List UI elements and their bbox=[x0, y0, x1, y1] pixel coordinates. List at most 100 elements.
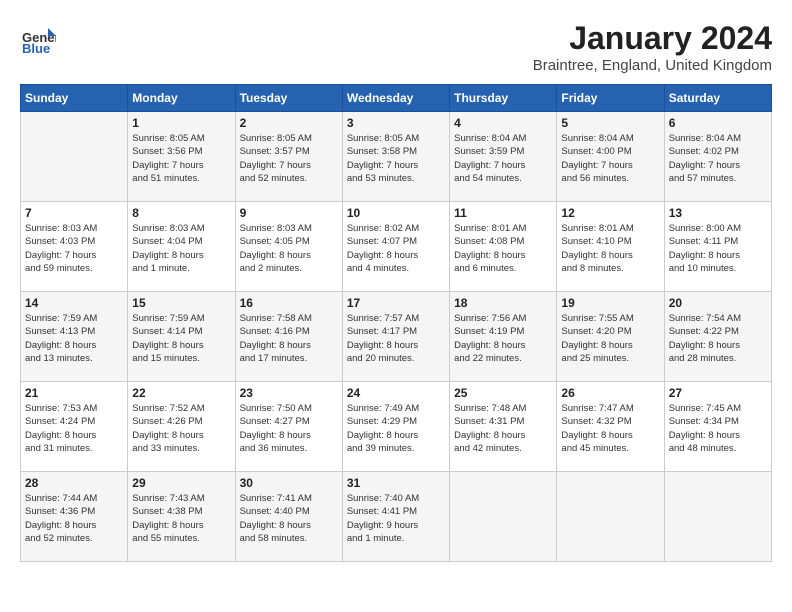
calendar-cell: 31 Sunrise: 7:40 AM Sunset: 4:41 PM Dayli… bbox=[342, 472, 449, 562]
calendar-cell: 24 Sunrise: 7:49 AM Sunset: 4:29 PM Dayli… bbox=[342, 382, 449, 472]
day-number: 12 bbox=[561, 206, 659, 220]
weekday-header-sunday: Sunday bbox=[21, 85, 128, 112]
weekday-header-monday: Monday bbox=[128, 85, 235, 112]
day-info: Sunrise: 7:48 AM Sunset: 4:31 PM Dayligh… bbox=[454, 402, 552, 455]
calendar-cell: 25 Sunrise: 7:48 AM Sunset: 4:31 PM Dayli… bbox=[450, 382, 557, 472]
day-number: 10 bbox=[347, 206, 445, 220]
day-info: Sunrise: 8:01 AM Sunset: 4:08 PM Dayligh… bbox=[454, 222, 552, 275]
day-number: 25 bbox=[454, 386, 552, 400]
day-number: 18 bbox=[454, 296, 552, 310]
day-info: Sunrise: 7:43 AM Sunset: 4:38 PM Dayligh… bbox=[132, 492, 230, 545]
calendar-cell: 9 Sunrise: 8:03 AM Sunset: 4:05 PM Daylig… bbox=[235, 202, 342, 292]
svg-text:Blue: Blue bbox=[22, 41, 50, 56]
calendar-cell: 1 Sunrise: 8:05 AM Sunset: 3:56 PM Daylig… bbox=[128, 112, 235, 202]
weekday-header-saturday: Saturday bbox=[664, 85, 771, 112]
day-number: 17 bbox=[347, 296, 445, 310]
calendar-cell: 6 Sunrise: 8:04 AM Sunset: 4:02 PM Daylig… bbox=[664, 112, 771, 202]
calendar-cell bbox=[664, 472, 771, 562]
calendar-cell bbox=[557, 472, 664, 562]
calendar-cell: 13 Sunrise: 8:00 AM Sunset: 4:11 PM Dayli… bbox=[664, 202, 771, 292]
day-info: Sunrise: 7:58 AM Sunset: 4:16 PM Dayligh… bbox=[240, 312, 338, 365]
day-info: Sunrise: 8:03 AM Sunset: 4:04 PM Dayligh… bbox=[132, 222, 230, 275]
calendar-cell: 20 Sunrise: 7:54 AM Sunset: 4:22 PM Dayli… bbox=[664, 292, 771, 382]
day-info: Sunrise: 7:41 AM Sunset: 4:40 PM Dayligh… bbox=[240, 492, 338, 545]
day-number: 20 bbox=[669, 296, 767, 310]
day-info: Sunrise: 7:47 AM Sunset: 4:32 PM Dayligh… bbox=[561, 402, 659, 455]
day-info: Sunrise: 8:05 AM Sunset: 3:58 PM Dayligh… bbox=[347, 132, 445, 185]
month-title: January 2024 bbox=[533, 20, 772, 57]
day-number: 3 bbox=[347, 116, 445, 130]
day-info: Sunrise: 7:49 AM Sunset: 4:29 PM Dayligh… bbox=[347, 402, 445, 455]
day-number: 23 bbox=[240, 386, 338, 400]
calendar-cell: 19 Sunrise: 7:55 AM Sunset: 4:20 PM Dayli… bbox=[557, 292, 664, 382]
day-info: Sunrise: 8:03 AM Sunset: 4:05 PM Dayligh… bbox=[240, 222, 338, 275]
weekday-header-thursday: Thursday bbox=[450, 85, 557, 112]
day-info: Sunrise: 8:04 AM Sunset: 4:00 PM Dayligh… bbox=[561, 132, 659, 185]
day-info: Sunrise: 8:02 AM Sunset: 4:07 PM Dayligh… bbox=[347, 222, 445, 275]
calendar-cell: 10 Sunrise: 8:02 AM Sunset: 4:07 PM Dayli… bbox=[342, 202, 449, 292]
title-block: January 2024 Braintree, England, United … bbox=[533, 20, 772, 74]
logo: General Blue bbox=[20, 20, 60, 56]
calendar-cell: 14 Sunrise: 7:59 AM Sunset: 4:13 PM Dayli… bbox=[21, 292, 128, 382]
day-info: Sunrise: 7:50 AM Sunset: 4:27 PM Dayligh… bbox=[240, 402, 338, 455]
calendar-table: SundayMondayTuesdayWednesdayThursdayFrid… bbox=[20, 84, 772, 562]
day-number: 13 bbox=[669, 206, 767, 220]
day-info: Sunrise: 8:00 AM Sunset: 4:11 PM Dayligh… bbox=[669, 222, 767, 275]
day-number: 26 bbox=[561, 386, 659, 400]
day-number: 5 bbox=[561, 116, 659, 130]
calendar-cell: 17Sunrise: 7:57 AM Sunset: 4:17 PM Dayli… bbox=[342, 292, 449, 382]
day-number: 24 bbox=[347, 386, 445, 400]
calendar-cell: 22 Sunrise: 7:52 AM Sunset: 4:26 PM Dayli… bbox=[128, 382, 235, 472]
logo-icon: General Blue bbox=[20, 20, 56, 56]
day-info: Sunrise: 7:56 AM Sunset: 4:19 PM Dayligh… bbox=[454, 312, 552, 365]
day-info: Sunrise: 8:01 AM Sunset: 4:10 PM Dayligh… bbox=[561, 222, 659, 275]
day-number: 30 bbox=[240, 476, 338, 490]
day-number: 31 bbox=[347, 476, 445, 490]
day-info: Sunrise: 8:05 AM Sunset: 3:56 PM Dayligh… bbox=[132, 132, 230, 185]
day-number: 11 bbox=[454, 206, 552, 220]
day-info: Sunrise: 7:59 AM Sunset: 4:13 PM Dayligh… bbox=[25, 312, 123, 365]
calendar-cell: 5 Sunrise: 8:04 AM Sunset: 4:00 PM Daylig… bbox=[557, 112, 664, 202]
calendar-cell: 4Sunrise: 8:04 AM Sunset: 3:59 PM Daylig… bbox=[450, 112, 557, 202]
day-number: 4 bbox=[454, 116, 552, 130]
calendar-cell: 2Sunrise: 8:05 AM Sunset: 3:57 PM Daylig… bbox=[235, 112, 342, 202]
day-number: 9 bbox=[240, 206, 338, 220]
calendar-cell: 30 Sunrise: 7:41 AM Sunset: 4:40 PM Dayli… bbox=[235, 472, 342, 562]
day-info: Sunrise: 7:45 AM Sunset: 4:34 PM Dayligh… bbox=[669, 402, 767, 455]
day-info: Sunrise: 7:40 AM Sunset: 4:41 PM Dayligh… bbox=[347, 492, 445, 545]
calendar-cell: 27 Sunrise: 7:45 AM Sunset: 4:34 PM Dayli… bbox=[664, 382, 771, 472]
day-number: 19 bbox=[561, 296, 659, 310]
weekday-header-tuesday: Tuesday bbox=[235, 85, 342, 112]
day-info: Sunrise: 8:05 AM Sunset: 3:57 PM Dayligh… bbox=[240, 132, 338, 185]
day-number: 7 bbox=[25, 206, 123, 220]
day-info: Sunrise: 8:03 AM Sunset: 4:03 PM Dayligh… bbox=[25, 222, 123, 275]
day-number: 15 bbox=[132, 296, 230, 310]
calendar-cell: 16 Sunrise: 7:58 AM Sunset: 4:16 PM Dayli… bbox=[235, 292, 342, 382]
day-number: 16 bbox=[240, 296, 338, 310]
weekday-header-wednesday: Wednesday bbox=[342, 85, 449, 112]
calendar-cell bbox=[450, 472, 557, 562]
day-number: 6 bbox=[669, 116, 767, 130]
calendar-cell: 21Sunrise: 7:53 AM Sunset: 4:24 PM Dayli… bbox=[21, 382, 128, 472]
weekday-header-friday: Friday bbox=[557, 85, 664, 112]
calendar-cell: 7 Sunrise: 8:03 AM Sunset: 4:03 PM Daylig… bbox=[21, 202, 128, 292]
day-number: 8 bbox=[132, 206, 230, 220]
day-number: 14 bbox=[25, 296, 123, 310]
calendar-cell: 11 Sunrise: 8:01 AM Sunset: 4:08 PM Dayli… bbox=[450, 202, 557, 292]
day-info: Sunrise: 7:52 AM Sunset: 4:26 PM Dayligh… bbox=[132, 402, 230, 455]
day-info: Sunrise: 7:55 AM Sunset: 4:20 PM Dayligh… bbox=[561, 312, 659, 365]
day-info: Sunrise: 7:54 AM Sunset: 4:22 PM Dayligh… bbox=[669, 312, 767, 365]
calendar-cell: 28Sunrise: 7:44 AM Sunset: 4:36 PM Dayli… bbox=[21, 472, 128, 562]
day-info: Sunrise: 7:59 AM Sunset: 4:14 PM Dayligh… bbox=[132, 312, 230, 365]
day-info: Sunrise: 8:04 AM Sunset: 4:02 PM Dayligh… bbox=[669, 132, 767, 185]
calendar-cell: 23 Sunrise: 7:50 AM Sunset: 4:27 PM Dayli… bbox=[235, 382, 342, 472]
day-number: 27 bbox=[669, 386, 767, 400]
day-number: 28 bbox=[25, 476, 123, 490]
calendar-cell: 12 Sunrise: 8:01 AM Sunset: 4:10 PM Dayli… bbox=[557, 202, 664, 292]
calendar-cell: 26 Sunrise: 7:47 AM Sunset: 4:32 PM Dayli… bbox=[557, 382, 664, 472]
day-number: 22 bbox=[132, 386, 230, 400]
day-number: 1 bbox=[132, 116, 230, 130]
day-info: Sunrise: 7:53 AM Sunset: 4:24 PM Dayligh… bbox=[25, 402, 123, 455]
calendar-cell: 8 Sunrise: 8:03 AM Sunset: 4:04 PM Daylig… bbox=[128, 202, 235, 292]
calendar-cell: 18 Sunrise: 7:56 AM Sunset: 4:19 PM Dayli… bbox=[450, 292, 557, 382]
